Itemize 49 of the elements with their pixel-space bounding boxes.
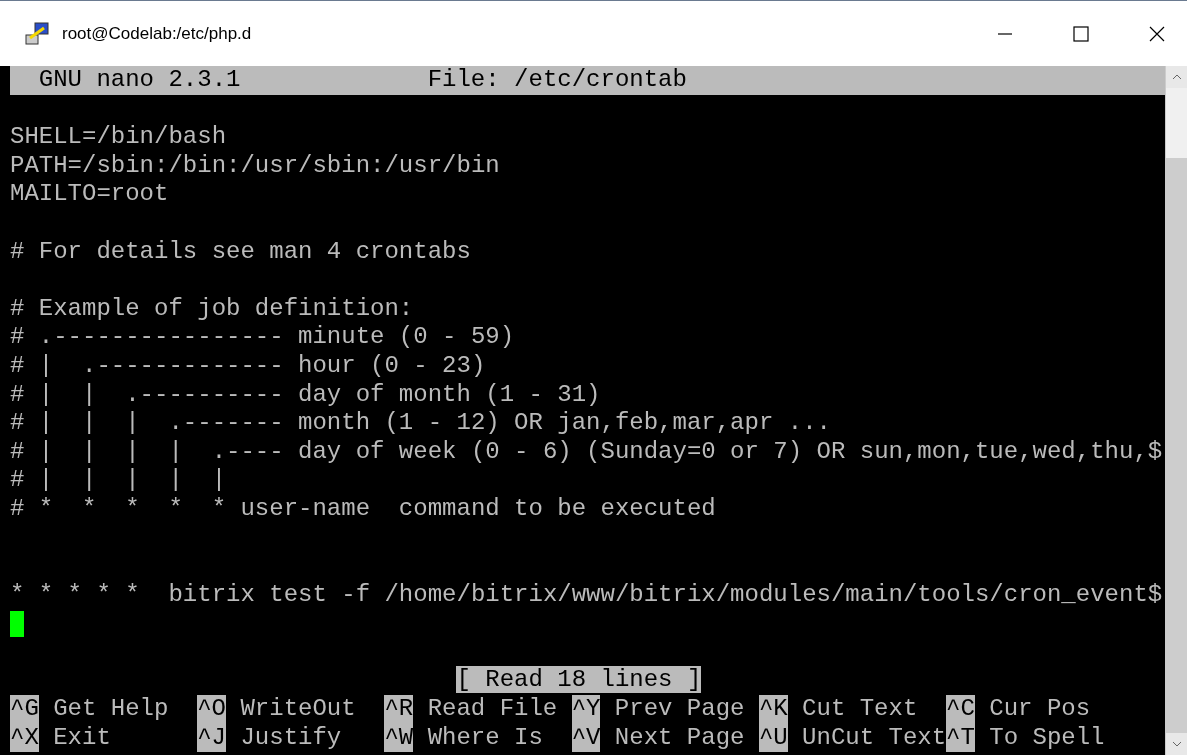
scroll-up-icon[interactable] <box>1171 74 1182 80</box>
code-line: # | | | .------- month (1 - 12) OR jan,feb,mar,apr ... <box>10 409 831 437</box>
shortcut-key: ^C <box>946 695 975 724</box>
shortcut-key: ^U <box>758 723 788 753</box>
shortcut-label: Get Help <box>53 695 169 724</box>
shortcut-label: Justify <box>240 723 342 753</box>
text-cursor <box>10 611 25 638</box>
shortcut-label: Next Page <box>614 723 745 753</box>
maximize-icon[interactable] <box>1072 24 1090 43</box>
close-icon[interactable] <box>1148 24 1166 43</box>
scroll-down-icon[interactable] <box>1171 741 1182 747</box>
scrollbar[interactable] <box>1165 66 1187 755</box>
status-message: [ Read 18 lines ] <box>456 666 702 694</box>
shortcut-label: Exit <box>53 723 111 753</box>
code-line: SHELL=/bin/bash <box>10 123 227 151</box>
terminal-app-icon <box>24 19 52 48</box>
window-title: root@Codelab:/etc/php.d <box>62 23 253 44</box>
file-name: File: /etc/crontab <box>427 66 687 95</box>
shortcut-key: ^X <box>10 723 39 753</box>
code-line: * * * * * bitrix test -f /home/bitrix/www/bitrix/modules/main/tools/cron_event$ <box>10 580 1163 608</box>
shortcut-key: ^Y <box>571 695 601 724</box>
code-line: # Example of job definition: <box>10 294 414 322</box>
code-line: # | | | | .---- day of week (0 - 6) (Sunday=0 or 7) OR sun,mon,tue,wed,thu,$ <box>10 437 1163 465</box>
shortcut-key: ^O <box>197 695 227 724</box>
code-line: # | | .---------- day of month (1 - 31) <box>10 380 601 408</box>
shortcut-label: Cut Text <box>802 695 918 724</box>
scrollbar-thumb[interactable] <box>1166 88 1187 158</box>
shortcut-label: UnCut Text <box>802 723 947 753</box>
code-line: PATH=/sbin:/bin:/usr/sbin:/usr/bin <box>10 151 500 179</box>
shortcut-key: ^W <box>384 723 414 753</box>
shortcut-key: ^K <box>758 695 788 724</box>
code-line: # | | | | | <box>10 466 227 494</box>
code-line: # * * * * * user-name command to be executed <box>10 494 716 522</box>
code-line: # For details see man 4 crontabs <box>10 237 471 265</box>
shortcut-label: To Spell <box>989 723 1105 753</box>
shortcut-label: WriteOut <box>240 695 356 724</box>
code-line: # .---------------- minute (0 - 59) <box>10 323 515 351</box>
shortcut-label: Read File <box>427 695 558 724</box>
shortcut-key: ^J <box>197 723 227 753</box>
shortcut-label: Cur Pos <box>989 695 1091 724</box>
shortcut-label: Where Is <box>427 723 543 753</box>
shortcut-label: Prev Page <box>614 695 745 724</box>
code-line: MAILTO=root <box>10 180 169 208</box>
code-line: # | .------------- hour (0 - 23) <box>10 351 486 379</box>
shortcut-key: ^V <box>571 723 601 753</box>
shortcut-key: ^T <box>946 723 975 753</box>
shortcut-key: ^G <box>10 695 39 724</box>
editor-version: GNU nano 2.3.1 <box>38 66 242 95</box>
shortcut-key: ^R <box>384 695 414 724</box>
